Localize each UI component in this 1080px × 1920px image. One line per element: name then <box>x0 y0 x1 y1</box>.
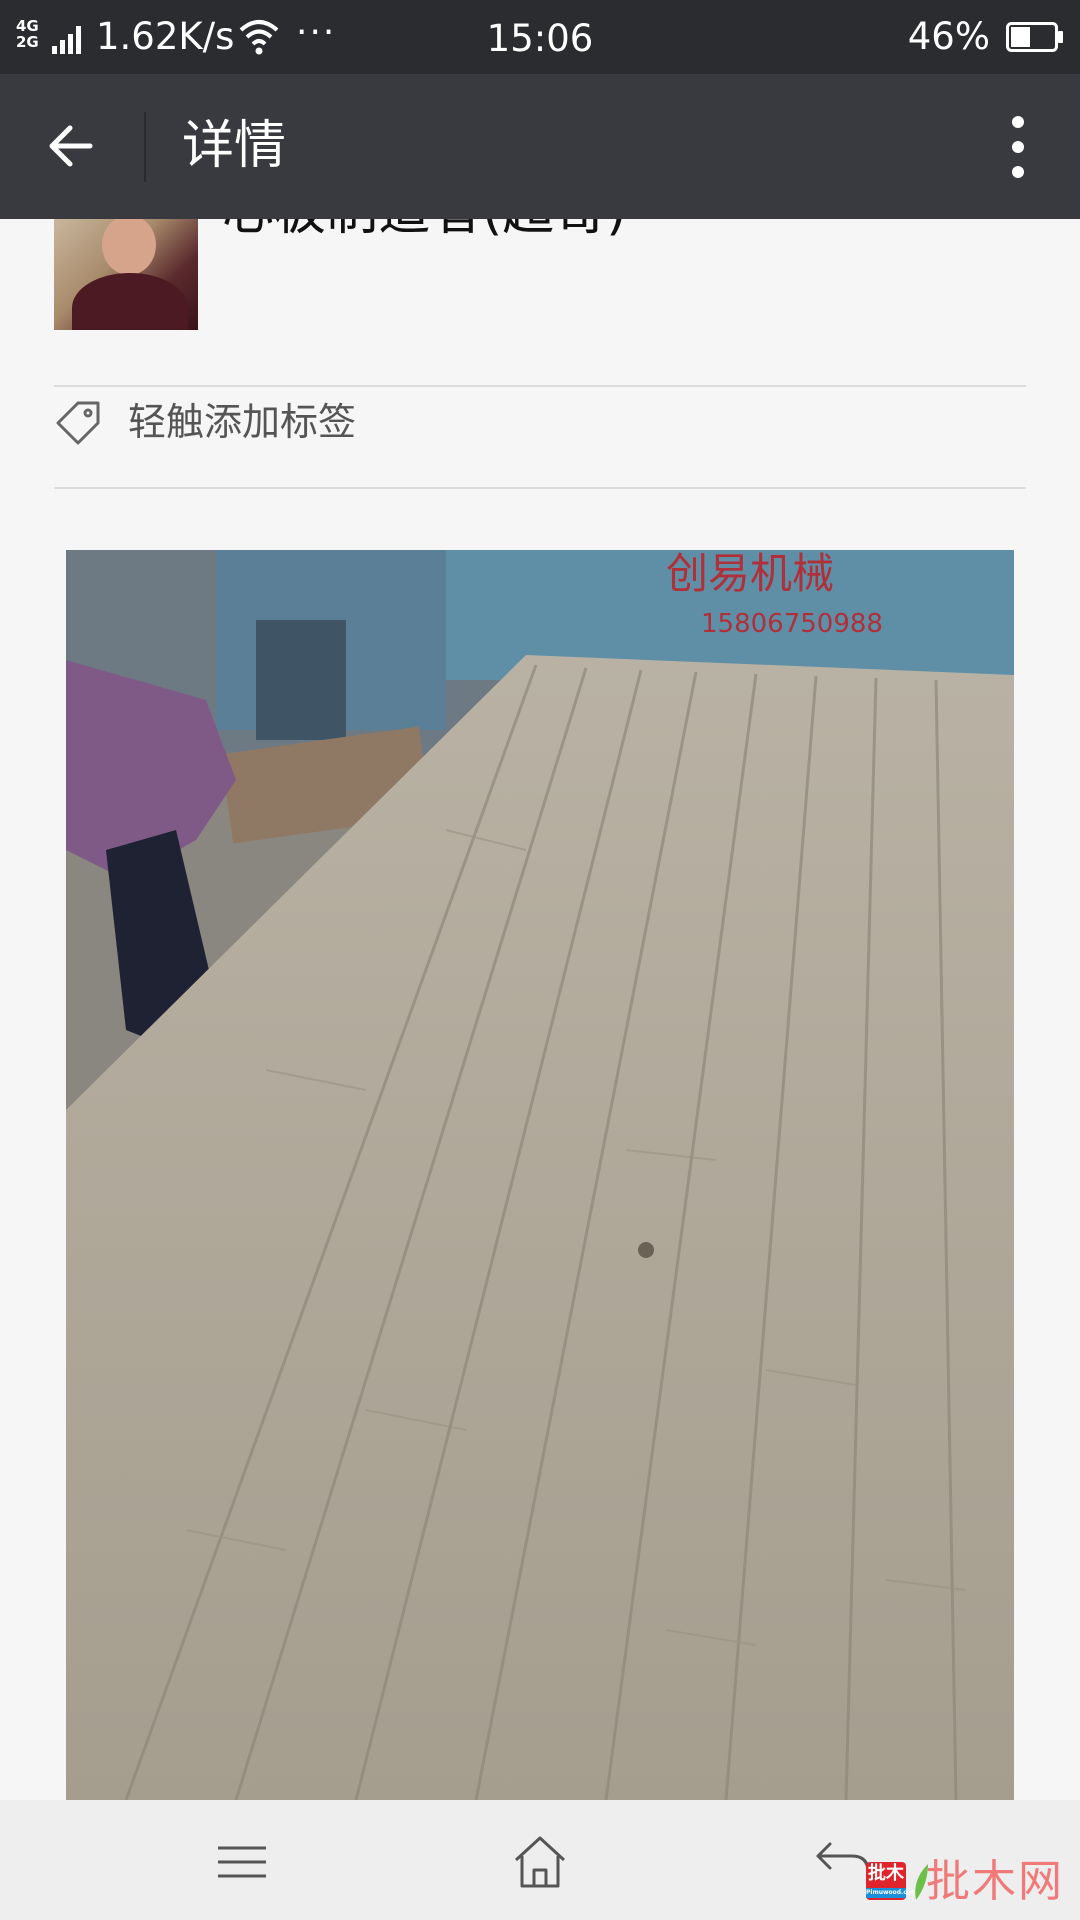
app-bar-divider <box>144 112 146 182</box>
machine-phone: 15806750988 <box>701 609 883 639</box>
detail-content: 心板制造者(超哥) 轻触添加标签 创易机械 15806750988 <box>0 219 1080 1800</box>
profile-name: 心板制造者(超哥) <box>222 219 627 257</box>
watermark-logo: 批木 Pimuwood.com 批木网 <box>862 1854 1072 1910</box>
watermark-badge-sub: Pimuwood.com <box>866 1888 918 1898</box>
app-bar: 详情 <box>0 74 1080 219</box>
page-title: 详情 <box>182 116 287 176</box>
photo-scene: 创易机械 15806750988 <box>66 550 1014 1800</box>
tag-icon <box>56 401 100 445</box>
machine-sign: 创易机械 <box>666 550 834 598</box>
watermark-brand: 批木网 <box>926 1856 1064 1907</box>
post-photo[interactable]: 创易机械 15806750988 <box>66 550 1014 1800</box>
back-arrow-icon[interactable] <box>40 114 104 178</box>
divider-bottom <box>54 487 1026 489</box>
avatar-shirt <box>72 273 188 330</box>
add-tag-label: 轻触添加标签 <box>128 400 357 444</box>
menu-icon[interactable] <box>210 1830 274 1894</box>
battery-icon <box>1006 22 1063 52</box>
avatar[interactable] <box>54 219 198 330</box>
battery-percent: 46% <box>907 15 990 58</box>
avatar-face <box>102 219 156 275</box>
watermark-badge-text: 批木 <box>868 1863 904 1884</box>
status-bar: 4G 2G 1.62K/s ··· 15:06 46% <box>0 0 1080 74</box>
home-icon[interactable] <box>508 1830 572 1894</box>
watermark-badge: 批木 Pimuwood.com <box>866 1862 918 1900</box>
add-tag-row[interactable]: 轻触添加标签 <box>54 387 1026 457</box>
more-vertical-icon[interactable] <box>986 110 1050 184</box>
